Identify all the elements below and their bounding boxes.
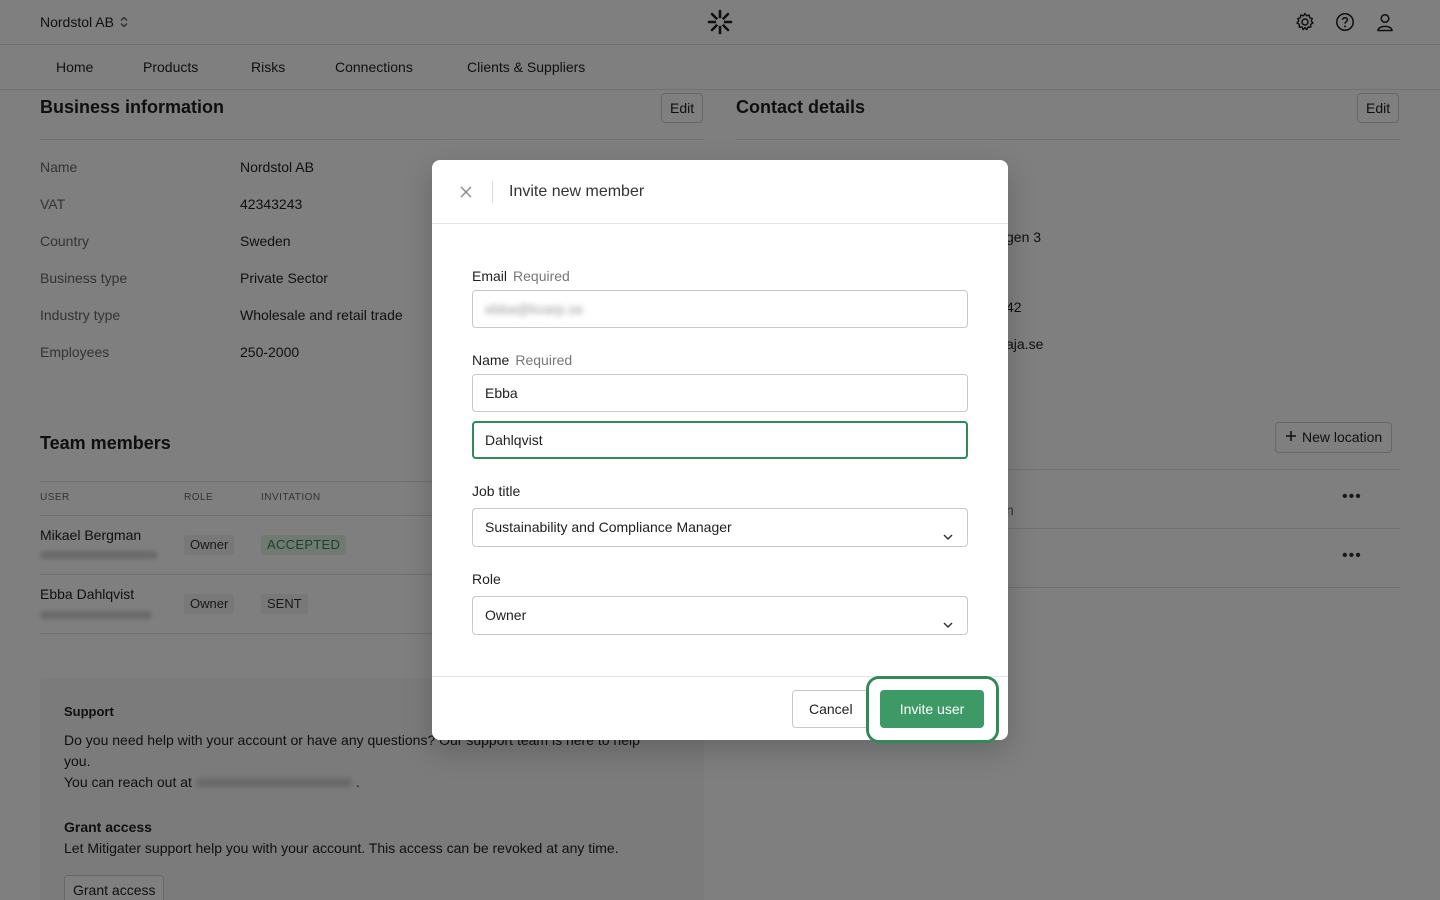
invite-member-modal: Invite new member Email Required ebba@kva… (432, 160, 1008, 740)
email-label: Email Required (472, 268, 570, 284)
job-title-value: Sustainability and Compliance Manager (485, 519, 732, 535)
cancel-button[interactable]: Cancel (792, 690, 870, 728)
email-label-text: Email (472, 268, 508, 284)
invite-user-button[interactable]: Invite user (880, 690, 984, 728)
close-icon[interactable] (456, 182, 476, 202)
role-value: Owner (485, 607, 527, 623)
role-label: Role (472, 571, 501, 587)
role-select[interactable]: Owner (472, 596, 968, 635)
required-hint: Required (515, 352, 573, 368)
chevron-down-icon (941, 609, 955, 629)
modal-title: Invite new member (509, 183, 645, 200)
chevron-down-icon (941, 521, 955, 541)
name-label-text: Name (472, 352, 510, 368)
job-title-label: Job title (472, 483, 521, 499)
name-label: Name Required (472, 352, 572, 368)
header-divider (492, 181, 493, 203)
last-name-field[interactable]: Dahlqvist (472, 421, 968, 459)
required-hint: Required (513, 268, 570, 284)
job-title-select[interactable]: Sustainability and Compliance Manager (472, 508, 968, 547)
email-field[interactable]: ebba@kvarp.se (472, 290, 968, 328)
first-name-field[interactable]: Ebba (472, 374, 968, 412)
email-value: ebba@kvarp.se (485, 301, 584, 317)
modal-header: Invite new member (432, 160, 1008, 224)
